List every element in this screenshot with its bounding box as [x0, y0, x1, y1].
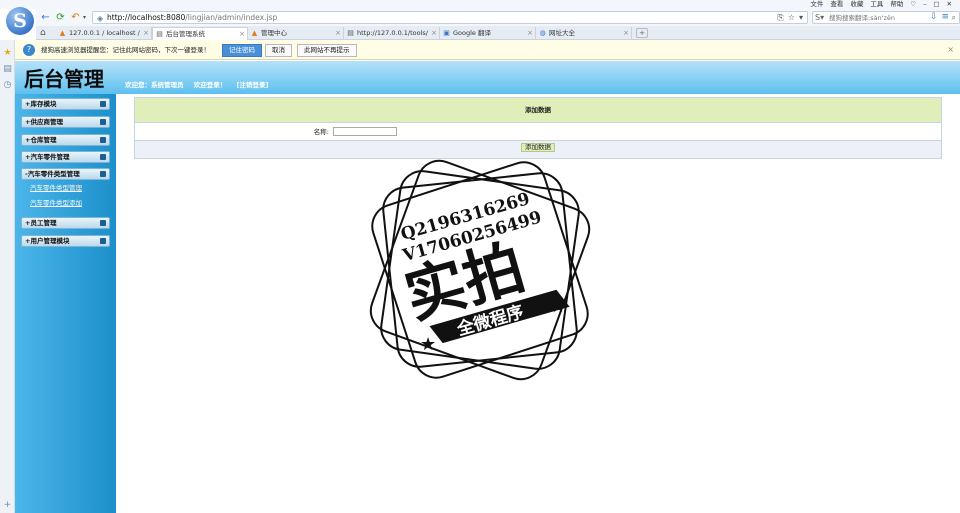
add-form: 添加数据 名称: 添加数据: [134, 97, 942, 159]
nav-item-users[interactable]: +用户管理模块: [21, 235, 110, 247]
search-icon[interactable]: ⌕: [952, 12, 956, 23]
browser-logo-icon[interactable]: S: [6, 7, 34, 35]
expand-icon: [100, 154, 106, 160]
close-tab-icon[interactable]: ×: [527, 27, 533, 39]
main-content: 添加数据 名称: 添加数据: [116, 94, 960, 513]
google-icon: ▣: [443, 29, 450, 37]
nav-item-inventory[interactable]: +库存模块: [21, 98, 110, 110]
phpmyadmin-icon: ▲: [59, 29, 66, 37]
refresh-icon[interactable]: ⟳: [55, 12, 66, 23]
form-row-name: 名称:: [135, 123, 941, 141]
expand-icon: [100, 101, 106, 107]
tab-tools[interactable]: ▤ http://127.0.0.1/tools/ ×: [344, 27, 440, 40]
tab-localhost[interactable]: ▲ 127.0.0.1 / localhost / ×: [56, 27, 152, 40]
close-window-icon[interactable]: ✕: [947, 0, 952, 9]
welcome-bar: 欢迎您：系统管理员 欢迎登录！ [注销登录]: [125, 81, 276, 90]
search-input[interactable]: [829, 13, 937, 23]
welcome-user: 欢迎您：系统管理员: [125, 81, 184, 89]
name-input[interactable]: [333, 127, 397, 136]
page-icon: ▤: [347, 29, 354, 37]
browser-side-strip: ★ ▤ ◷ +: [0, 40, 15, 513]
tab-google-translate[interactable]: ▣ Google 翻译 ×: [440, 27, 536, 40]
tab-manage-center[interactable]: ▲ 管理中心 ×: [248, 27, 344, 40]
password-infobar: ? 搜狗高速浏览器提醒您：记住此网站密码，下次一键登录！ 记住密码 取消 此网站…: [15, 40, 960, 60]
close-tab-icon[interactable]: ×: [431, 27, 437, 39]
star-icon[interactable]: ☆: [788, 12, 795, 23]
form-title: 添加数据: [135, 98, 941, 123]
maximize-icon[interactable]: □: [933, 0, 939, 9]
infobar-text: 搜狗高速浏览器提醒您：记住此网站密码，下次一键登录！: [41, 46, 210, 54]
menu-favorites[interactable]: 收藏: [850, 0, 863, 9]
nav-item-staff[interactable]: +员工管理: [21, 217, 110, 229]
hand-cursor-icon: ☝: [74, 183, 81, 194]
cancel-button[interactable]: 取消: [265, 44, 292, 57]
favorites-star-icon[interactable]: ★: [2, 48, 13, 59]
browser-toolbar: ← ⟳ ↶ ▾ ◈ http://localhost:8080/lingjian…: [36, 9, 960, 26]
download-icon[interactable]: ⇩: [930, 9, 938, 26]
back-icon[interactable]: ←: [40, 12, 51, 23]
logout-link[interactable]: [注销登录]: [237, 81, 269, 89]
expand-icon: [100, 137, 106, 143]
tab-bar: ⌂ ▲ 127.0.0.1 / localhost / × ▤ 后台管理系统 ×…: [36, 26, 960, 40]
new-tab-button[interactable]: +: [636, 28, 648, 38]
close-tab-icon[interactable]: ×: [143, 27, 149, 39]
name-label: 名称:: [313, 128, 329, 136]
home-icon[interactable]: ⌂: [40, 27, 46, 39]
browser-menu: 文件 查看 收藏 工具 帮助 ♡ – □ ✕: [810, 0, 952, 9]
site-title: 后台管理: [24, 67, 104, 91]
close-tab-icon[interactable]: ×: [623, 27, 629, 39]
chevron-down-icon[interactable]: ▾: [799, 12, 803, 23]
sublink-part-type-add[interactable]: 汽车零件类型添加: [30, 199, 82, 208]
minimize-icon[interactable]: –: [923, 0, 926, 9]
shield-icon: ◈: [97, 14, 104, 23]
admin-header: 后台管理 欢迎您：系统管理员 欢迎登录！ [注销登录]: [15, 61, 960, 94]
menu-icon[interactable]: ≡: [942, 9, 950, 26]
nav-item-warehouse[interactable]: +仓库管理: [21, 134, 110, 146]
add-icon[interactable]: +: [2, 500, 13, 511]
address-url[interactable]: http://localhost:8080/lingjian/admin/ind…: [107, 12, 277, 23]
nav-item-part-types[interactable]: -汽车零件类型管理: [21, 168, 110, 180]
expand-icon: [100, 220, 106, 226]
left-nav: +库存模块 +供应商管理 +仓库管理 +汽车零件管理 -汽车零件类型管理 汽车零…: [15, 94, 116, 513]
page-icon: ▤: [156, 30, 163, 38]
chevron-down-icon[interactable]: ▾: [79, 12, 90, 23]
close-tab-icon[interactable]: ×: [239, 28, 245, 40]
phpmyadmin-icon: ▲: [251, 29, 258, 37]
close-icon[interactable]: ×: [947, 40, 954, 60]
globe-icon: ◍: [539, 29, 546, 37]
close-tab-icon[interactable]: ×: [335, 27, 341, 39]
nav-item-parts[interactable]: +汽车零件管理: [21, 151, 110, 163]
browser-top-bar: 文件 查看 收藏 工具 帮助 ♡ – □ ✕: [0, 0, 960, 9]
history-clock-icon[interactable]: ◷: [2, 80, 13, 91]
submit-button[interactable]: 添加数据: [521, 143, 555, 152]
expand-icon: [100, 238, 106, 244]
welcome-message: 欢迎登录！: [193, 81, 227, 89]
remember-password-button[interactable]: 记住密码: [222, 44, 262, 57]
menu-tools[interactable]: 工具: [870, 0, 883, 9]
skin-icon[interactable]: ♡: [910, 0, 916, 9]
tab-admin[interactable]: ▤ 后台管理系统 ×: [152, 27, 248, 40]
form-footer: 添加数据: [135, 141, 941, 158]
menu-view[interactable]: 查看: [830, 0, 843, 9]
address-bar[interactable]: ◈ http://localhost:8080/lingjian/admin/i…: [92, 11, 808, 24]
reader-icon[interactable]: ⎘: [777, 12, 783, 23]
reading-list-icon[interactable]: ▤: [2, 64, 13, 75]
search-engine-icon[interactable]: S▾: [815, 12, 824, 23]
expand-icon: [100, 119, 106, 125]
lightbulb-icon: ?: [23, 44, 35, 56]
menu-file[interactable]: 文件: [810, 0, 823, 9]
nav-item-suppliers[interactable]: +供应商管理: [21, 116, 110, 128]
collapse-icon: [100, 171, 106, 177]
never-prompt-button[interactable]: 此网站不再提示: [297, 44, 357, 57]
menu-help[interactable]: 帮助: [890, 0, 903, 9]
tab-url-directory[interactable]: ◍ 网址大全 ×: [536, 27, 632, 40]
